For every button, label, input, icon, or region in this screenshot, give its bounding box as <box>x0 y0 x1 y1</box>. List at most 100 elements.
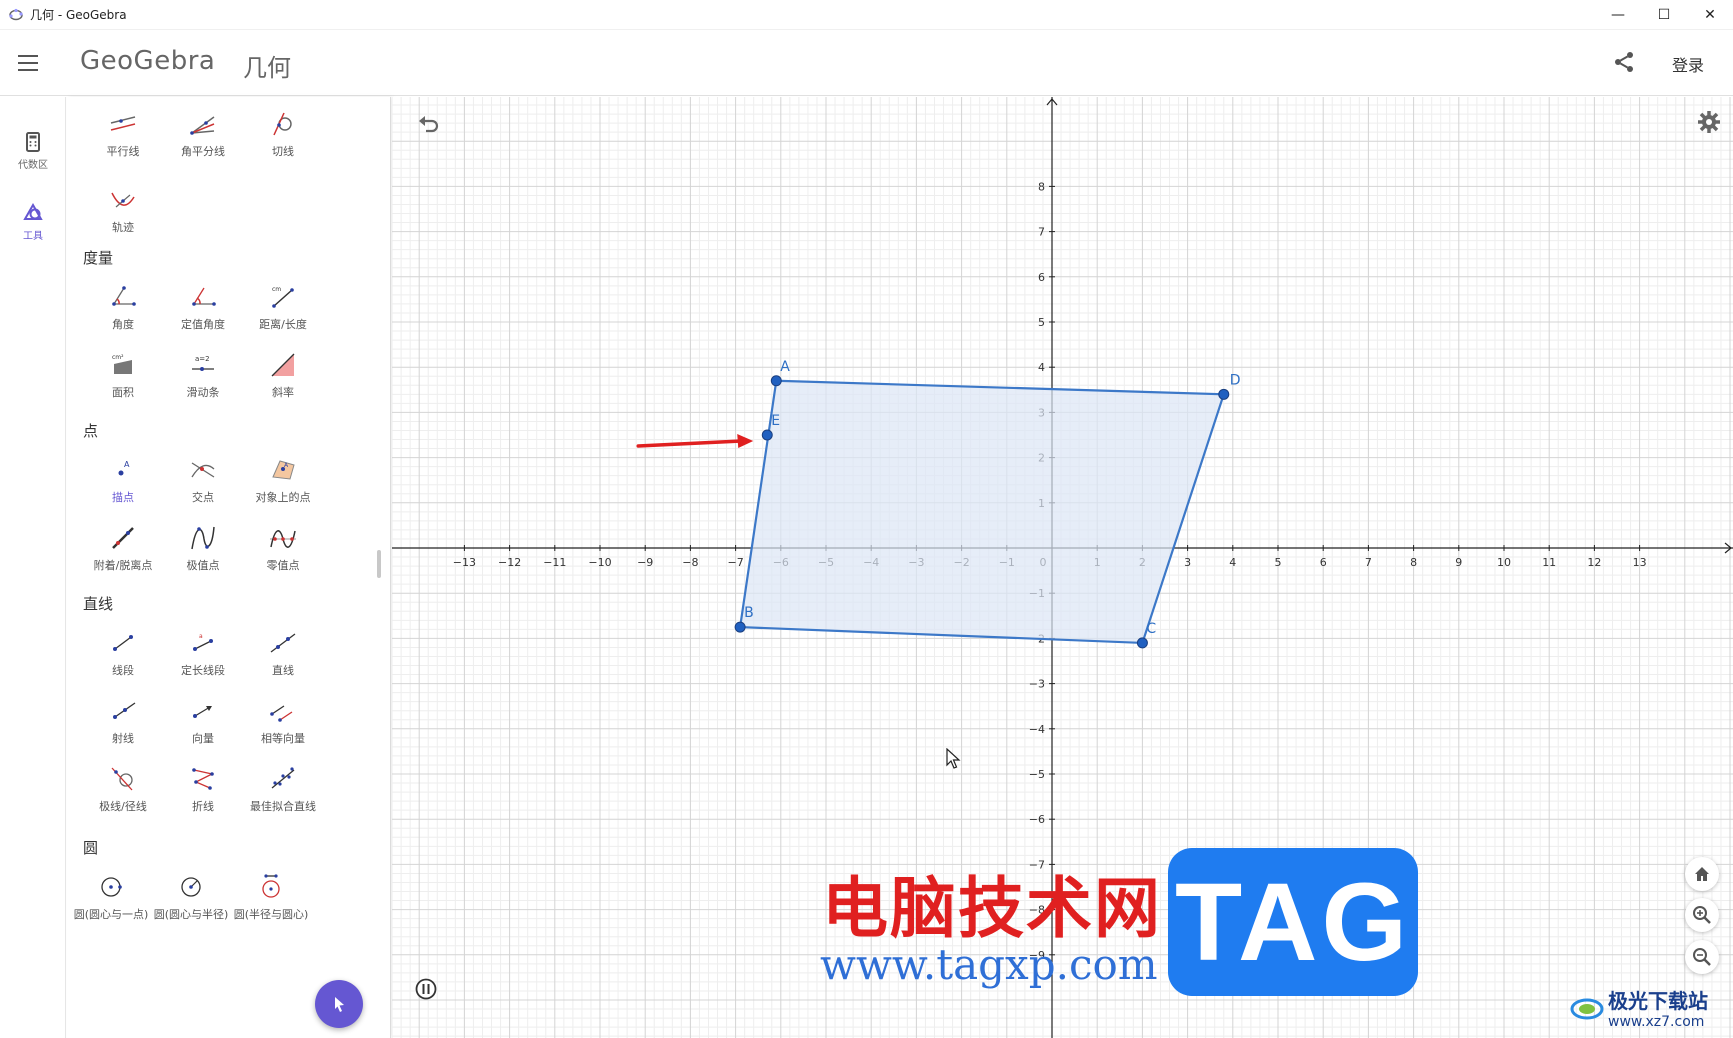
svg-text:a=2: a=2 <box>195 355 210 363</box>
point-e <box>761 429 773 441</box>
home-icon <box>1695 867 1709 881</box>
tool-label: 平行线 <box>106 145 140 158</box>
tool-label: 向量 <box>192 732 214 745</box>
x-tick-label: −9 <box>637 556 653 569</box>
tool-label: 描点 <box>112 491 134 504</box>
section-title-line: 直线 <box>83 595 114 613</box>
svg-text:A: A <box>124 460 130 469</box>
svg-text:cm: cm <box>272 286 281 293</box>
y-tick-label: −3 <box>1029 678 1045 691</box>
close-button[interactable]: ✕ <box>1687 0 1733 30</box>
point-on-object-icon: A <box>272 460 295 480</box>
window-controls: — ☐ ✕ <box>1595 0 1733 30</box>
settings-icon[interactable] <box>1696 109 1722 135</box>
x-tick-label: 4 <box>1229 556 1236 569</box>
x-tick-label: −7 <box>727 556 743 569</box>
tool-locus[interactable]: 轨迹 <box>83 185 163 255</box>
tool-segment[interactable]: 线段 <box>83 628 163 698</box>
tool-tangent[interactable]: 切线 <box>243 109 323 179</box>
tool-label: 定长线段 <box>181 664 225 677</box>
tool-point-on-object[interactable]: A 对象上的点 <box>243 455 323 525</box>
tool-vector-from-point[interactable]: 相等向量 <box>243 696 323 766</box>
y-tick-label: 8 <box>1038 180 1045 193</box>
tool-distance[interactable]: cm 距离/长度 <box>243 282 323 352</box>
home-button[interactable] <box>1685 857 1719 891</box>
polyline-icon <box>192 768 214 790</box>
tool-polyline[interactable]: 折线 <box>163 764 243 834</box>
tool-compass[interactable]: 圆(半径与圆心) <box>231 872 311 942</box>
y-tick-label: 6 <box>1038 271 1045 284</box>
extremum-icon <box>191 526 215 550</box>
geogebra-window: 几何 - GeoGebra — ☐ ✕ GeoGebra 几何 登录 代数区 工… <box>0 0 1733 1038</box>
tool-intersect[interactable]: 交点 <box>163 455 243 525</box>
tool-label: 对象上的点 <box>255 491 311 504</box>
tool-angle[interactable]: 角度 <box>83 282 163 352</box>
cursor-arrow-icon <box>335 997 344 1012</box>
svg-text:cm²: cm² <box>112 354 124 361</box>
y-tick-label: 5 <box>1038 316 1045 329</box>
x-tick-label: 11 <box>1542 556 1556 569</box>
tool-circle-center-point[interactable]: 圆(圆心与一点) <box>71 872 151 942</box>
login-button[interactable]: 登录 <box>1672 52 1704 76</box>
tool-label: 角平分线 <box>181 145 225 158</box>
panel-resize-handle[interactable] <box>377 550 381 578</box>
watermark-tag-text: TAG <box>1174 860 1412 984</box>
tool-angle-bisector[interactable]: 角平分线 <box>163 109 243 179</box>
tool-best-fit-line[interactable]: 最佳拟合直线 <box>243 764 323 834</box>
window-title: 几何 - GeoGebra <box>30 8 127 22</box>
x-tick-label: −8 <box>682 556 698 569</box>
tool-polar-line[interactable]: 极线/径线 <box>83 764 163 834</box>
undo-icon[interactable] <box>416 111 442 137</box>
tool-fixed-angle[interactable]: 定值角度 <box>163 282 243 352</box>
tool-attach-detach[interactable]: 附着/脱离点 <box>83 523 163 593</box>
tool-parallel-line[interactable]: 平行线 <box>83 109 163 179</box>
tool-label: 距离/长度 <box>259 318 307 331</box>
point-b <box>734 621 746 633</box>
tools-panel: 平行线 角平分线 切线 轨迹 度量 角度 定值角度 cm 距离/长度 cm² 面… <box>67 97 391 1038</box>
tool-label: 滑动条 <box>186 386 220 399</box>
watermark-url: www.tagxp.com <box>820 940 1158 989</box>
tool-slider[interactable]: a=2 滑动条 <box>163 350 243 420</box>
tool-slope[interactable]: 斜率 <box>243 350 323 420</box>
tool-roots[interactable]: 零值点 <box>243 523 323 593</box>
tool-extremum[interactable]: 极值点 <box>163 523 243 593</box>
angle-bisector-icon <box>190 116 215 135</box>
tool-label: 最佳拟合直线 <box>250 800 316 813</box>
minimize-button[interactable]: — <box>1595 0 1641 30</box>
rail-item-algebra[interactable]: 代数区 <box>0 131 66 191</box>
x-tick-label: 6 <box>1320 556 1327 569</box>
zoom-out-button[interactable] <box>1685 940 1719 974</box>
hamburger-menu-icon[interactable] <box>18 50 44 76</box>
fixed-angle-icon <box>192 287 216 306</box>
tool-ray[interactable]: 射线 <box>83 696 163 766</box>
tool-line[interactable]: 直线 <box>243 628 323 698</box>
attach-detach-icon <box>112 527 134 549</box>
zoom-in-button[interactable] <box>1685 898 1719 932</box>
tool-point[interactable]: A 描点 <box>83 455 163 525</box>
roots-icon <box>270 530 296 548</box>
rail-item-tools[interactable]: 工具 <box>0 202 66 262</box>
app-name: 几何 <box>243 54 291 82</box>
tool-label: 射线 <box>112 732 134 745</box>
parallel-line-icon <box>110 116 136 131</box>
tool-vector[interactable]: 向量 <box>163 696 243 766</box>
maximize-button[interactable]: ☐ <box>1641 0 1687 30</box>
share-icon[interactable] <box>1612 50 1636 74</box>
watermark-tag-logo: TAG <box>1168 848 1418 996</box>
geometry-objects[interactable]: A D C B E <box>636 359 1241 649</box>
pause-icon[interactable] <box>414 977 438 1001</box>
point-label-c: C <box>1146 621 1156 637</box>
move-tool-button[interactable] <box>315 980 363 1028</box>
slider-icon: a=2 <box>192 355 214 371</box>
point-d <box>1218 388 1230 400</box>
tool-fixed-segment[interactable]: a 定长线段 <box>163 628 243 698</box>
locus-icon <box>111 192 135 208</box>
tool-label: 零值点 <box>266 559 300 572</box>
x-tick-label: 3 <box>1184 556 1191 569</box>
annotation-arrow-head <box>737 434 754 448</box>
tool-circle-center-radius[interactable]: 圆(圆心与半径) <box>151 872 231 942</box>
x-tick-label: 5 <box>1275 556 1282 569</box>
title-bar: 几何 - GeoGebra — ☐ ✕ <box>0 0 1733 30</box>
tool-area[interactable]: cm² 面积 <box>83 350 163 420</box>
point-icon: A <box>118 460 130 476</box>
